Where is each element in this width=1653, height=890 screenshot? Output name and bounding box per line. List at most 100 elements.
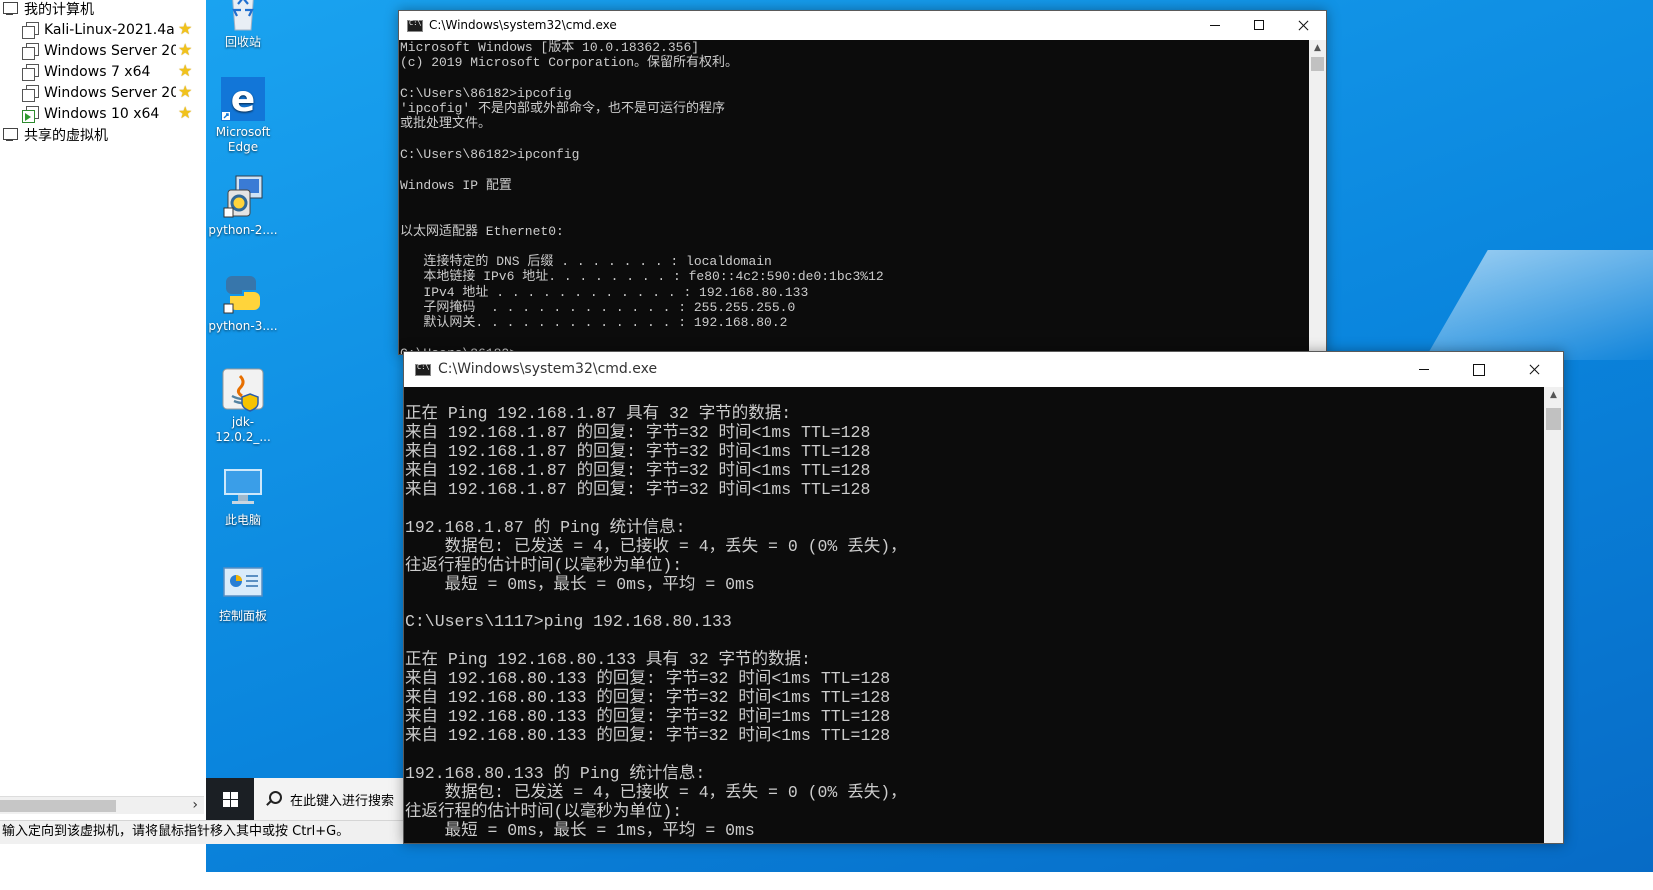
favorite-star-icon: ★ (178, 61, 193, 80)
recycle-bin-icon (220, 0, 266, 32)
favorite-star-icon: ★ (178, 82, 193, 101)
console-line: 默认网关. . . . . . . . . . . . . : 192.168.… (400, 315, 788, 331)
console-line: IPv4 地址 . . . . . . . . . . . . : 192.16… (400, 284, 809, 300)
console-line: 正在 Ping 192.168.80.133 具有 32 字节的数据: (405, 650, 811, 670)
console-output[interactable]: 正在 Ping 192.168.1.87 具有 32 字节的数据: 来自 192.… (404, 387, 1546, 843)
desktop-icon-python3[interactable]: python-3.... (206, 270, 280, 334)
edge-icon: e (220, 76, 266, 122)
desktop-icon-label: jdk-12.0.2_... (215, 415, 271, 444)
scroll-up-icon[interactable]: ▲ (1309, 40, 1326, 56)
desktop-icon-this-pc[interactable]: 此电脑 (206, 464, 280, 528)
start-button[interactable] (206, 778, 254, 820)
console-output[interactable]: Microsoft Windows [版本 10.0.18362.356] (c)… (399, 40, 1310, 354)
minimize-button[interactable] (1192, 11, 1238, 40)
this-pc-icon (220, 464, 266, 510)
console-line: 来自 192.168.80.133 的回复: 字节=32 时间<1ms TTL=… (405, 688, 891, 708)
console-line: 本地链接 IPv6 地址. . . . . . . . : fe80::4c2:… (400, 269, 884, 285)
console-line: 数据包: 已发送 = 4，已接收 = 4，丢失 = 0 (0% 丢失)， (405, 536, 907, 556)
console-line: 往返行程的估计时间(以毫秒为单位): (405, 802, 683, 822)
window-titlebar[interactable]: C:\Windows\system32\cmd.exe (399, 11, 1326, 40)
console-line: 最短 = 0ms，最长 = 1ms，平均 = 0ms (405, 820, 755, 840)
vm-item-running[interactable]: Windows 10 x64 (22, 103, 176, 124)
maximize-button[interactable] (1236, 11, 1282, 40)
vm-item[interactable]: Windows Server 2008 (22, 40, 176, 61)
vm-icon (22, 21, 39, 39)
vertical-scrollbar[interactable]: ▲ (1309, 40, 1326, 354)
tree-shared-vms[interactable]: 共享的虚拟机 (2, 124, 108, 145)
console-line: 192.168.1.87 的 Ping 统计信息: (405, 517, 686, 537)
console-line: 数据包: 已发送 = 4，已接收 = 4，丢失 = 0 (0% 丢失)， (405, 783, 907, 803)
vm-running-icon (22, 105, 39, 123)
vm-library-panel: 我的计算机 Kali-Linux-2021.4a ★ Windows Serve… (0, 0, 212, 872)
console-line: 来自 192.168.1.87 的回复: 字节=32 时间<1ms TTL=12… (405, 460, 871, 480)
minimize-button[interactable] (1401, 352, 1447, 387)
window-titlebar[interactable]: C:\Windows\system32\cmd.exe (404, 352, 1563, 387)
console-line: 连接特定的 DNS 后缀 . . . . . . . : localdomain (400, 254, 772, 270)
desktop-icon-edge[interactable]: e Microsoft Edge (206, 76, 280, 155)
library-horizontal-scrollbar[interactable]: › (0, 796, 204, 814)
desktop-icon-label: python-2.... (208, 223, 278, 237)
tree-root-my-computer[interactable]: 我的计算机 (2, 0, 94, 19)
desktop-icon-jdk[interactable]: jdk-12.0.2_... (206, 366, 280, 445)
console-line: 来自 192.168.80.133 的回复: 字节=32 时间=1ms TTL=… (405, 707, 891, 727)
scroll-up-icon[interactable]: ▲ (1544, 387, 1563, 403)
scrollbar-thumb[interactable] (1311, 57, 1324, 71)
console-line: 来自 192.168.1.87 的回复: 字节=32 时间<1ms TTL=12… (405, 479, 871, 499)
favorite-star-icon: ★ (178, 103, 193, 122)
vertical-scrollbar[interactable]: ▲ (1544, 387, 1563, 843)
scrollbar-thumb[interactable] (1546, 408, 1561, 430)
vm-item[interactable]: Windows Server 2012 (22, 82, 176, 103)
chevron-right-icon[interactable]: › (192, 797, 198, 814)
cmd-app-icon (407, 19, 423, 32)
java-icon (220, 366, 266, 412)
console-line: C:\Users\1117>ping 192.168.80.133 (405, 612, 732, 632)
console-line: 最短 = 0ms，最长 = 0ms，平均 = 0ms (405, 574, 755, 594)
console-line: 正在 Ping 192.168.1.87 具有 32 字节的数据: (405, 404, 792, 423)
vm-item[interactable]: Windows 7 x64 (22, 61, 176, 82)
taskbar-search-box[interactable]: 在此键入进行搜索 (254, 778, 406, 820)
taskbar: 在此键入进行搜索 (206, 778, 406, 820)
close-button[interactable] (1511, 352, 1557, 387)
close-button[interactable] (1280, 11, 1326, 40)
console-line: 或批处理文件。 (400, 116, 492, 132)
desktop-icon-control-panel[interactable]: 控制面板 (206, 560, 280, 624)
console-line: 来自 192.168.80.133 的回复: 字节=32 时间<1ms TTL=… (405, 726, 891, 746)
vm-icon (22, 42, 39, 60)
desktop-icon-python2[interactable]: python-2.... (206, 174, 280, 238)
favorite-star-icon: ★ (178, 40, 193, 59)
console-line: 往返行程的估计时间(以毫秒为单位): (405, 555, 683, 575)
console-line: 'ipcofig' 不是内部或外部命令，也不是可运行的程序 (400, 101, 726, 117)
scrollbar-thumb[interactable] (0, 800, 116, 812)
cmd-window-ping[interactable]: C:\Windows\system32\cmd.exe 正在 Ping 192.… (403, 351, 1564, 844)
search-placeholder: 在此键入进行搜索 (290, 793, 395, 809)
console-line: 子网掩码 . . . . . . . . . . . . : 255.255.2… (400, 300, 796, 316)
console-line: C:\Users\86182>ipcofig (400, 85, 572, 101)
vm-name: Windows 7 x64 (44, 63, 151, 80)
vm-name: Windows 10 x64 (44, 105, 160, 122)
vm-item[interactable]: Kali-Linux-2021.4a (22, 19, 176, 40)
window-title: C:\Windows\system32\cmd.exe (438, 361, 658, 377)
tree-shared-label: 共享的虚拟机 (24, 127, 108, 144)
wallpaper-light (1424, 250, 1653, 360)
cmd-window-ipconfig[interactable]: C:\Windows\system32\cmd.exe Microsoft Wi… (398, 10, 1327, 355)
vm-icon (22, 63, 39, 81)
maximize-button[interactable] (1455, 352, 1501, 387)
desktop-icon-recycle-bin[interactable]: 回收站 (206, 0, 280, 50)
desktop-icon-label: 此电脑 (224, 513, 261, 527)
search-icon (264, 790, 282, 808)
cmd-app-icon (415, 363, 431, 376)
console-line: 来自 192.168.1.87 的回复: 字节=32 时间<1ms TTL=12… (405, 441, 871, 461)
desktop-icon-label: 控制面板 (218, 609, 267, 623)
computer-icon (2, 1, 18, 17)
vm-name: Windows Server 2012 (44, 84, 176, 101)
console-line: 以太网适配器 Ethernet0: (400, 223, 564, 239)
python-icon (220, 270, 266, 316)
